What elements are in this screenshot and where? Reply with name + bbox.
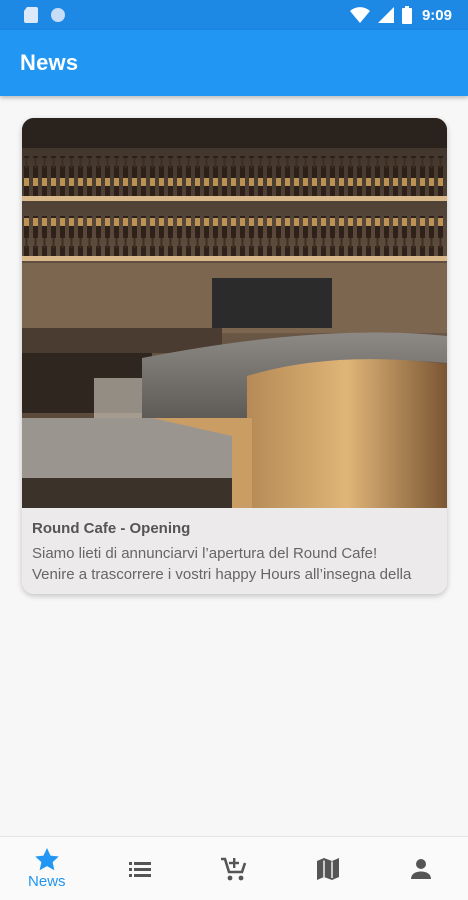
nav-label-news: News	[28, 872, 66, 890]
status-bar: 9:09	[0, 0, 468, 30]
page-title: News	[20, 50, 79, 75]
news-card-text: Siamo lieti di annunciarvi l’apertura de…	[32, 543, 435, 585]
nav-item-add-cart[interactable]	[187, 837, 281, 900]
map-icon	[316, 857, 339, 880]
person-icon	[411, 858, 432, 879]
nav-item-profile[interactable]	[374, 837, 468, 900]
news-card[interactable]: Round Cafe - Opening Siamo lieti di annu…	[22, 118, 447, 594]
bottom-nav: News	[0, 836, 468, 900]
status-right: 9:09	[349, 6, 452, 24]
news-card-title: Round Cafe - Opening	[32, 520, 191, 537]
news-card-body: Round Cafe - Opening Siamo lieti di annu…	[22, 508, 447, 594]
signal-icon	[377, 7, 394, 23]
list-icon	[129, 861, 152, 877]
wifi-icon	[349, 7, 370, 23]
app-bar: News	[0, 30, 468, 96]
news-card-text-line: Venire a trascorrere i vostri happy Hour…	[32, 566, 412, 583]
battery-icon	[401, 6, 412, 24]
nav-item-list[interactable]	[94, 837, 188, 900]
news-card-text-line: Siamo lieti di annunciarvi l’apertura de…	[32, 545, 378, 562]
add-cart-icon	[220, 856, 247, 882]
star-icon	[34, 847, 59, 871]
circle-icon	[50, 7, 66, 23]
sd-card-icon	[24, 7, 38, 23]
nav-item-news[interactable]: News	[0, 837, 94, 900]
status-time: 9:09	[421, 6, 452, 24]
news-card-image	[22, 118, 447, 510]
nav-item-map[interactable]	[281, 837, 375, 900]
status-left	[24, 7, 66, 23]
